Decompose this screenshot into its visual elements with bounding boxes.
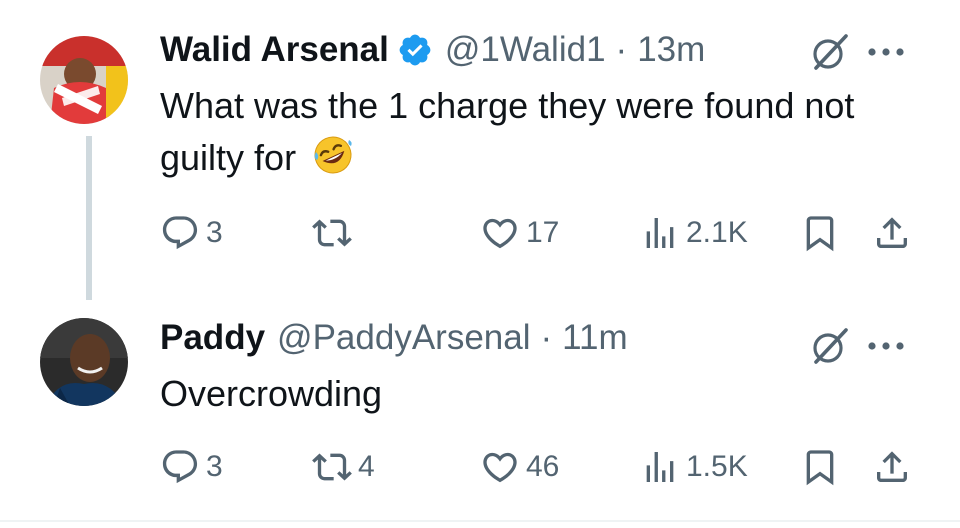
timestamp[interactable]: 13m <box>637 30 705 70</box>
views-button[interactable]: 1.5K <box>640 442 748 492</box>
tweet-text: What was the 1 charge they were found no… <box>160 80 900 184</box>
divider <box>0 520 960 522</box>
share-button[interactable] <box>872 208 912 258</box>
reply-count: 3 <box>206 216 223 249</box>
like-count: 46 <box>526 450 560 483</box>
repost-icon <box>312 219 352 247</box>
repost-button[interactable] <box>312 208 358 258</box>
bookmark-icon <box>806 450 834 486</box>
tweet-text-content: What was the 1 charge they were found no… <box>160 85 855 178</box>
like-icon <box>483 452 517 483</box>
bookmark-button[interactable] <box>800 442 840 492</box>
separator: · <box>540 318 553 357</box>
handle[interactable]: @PaddyArsenal <box>277 318 530 358</box>
bookmark-button[interactable] <box>800 208 840 258</box>
reply-button[interactable]: 3 <box>160 208 223 258</box>
timestamp[interactable]: 11m <box>562 318 628 358</box>
like-count: 17 <box>526 216 560 249</box>
tweet-text: Overcrowding <box>160 368 900 420</box>
tweet-header: Paddy @PaddyArsenal · 11m <box>160 318 628 358</box>
like-icon <box>483 218 517 249</box>
view-count: 1.5K <box>686 450 748 483</box>
like-button[interactable]: 46 <box>480 442 559 492</box>
bookmark-icon <box>806 216 834 252</box>
separator: · <box>615 30 628 69</box>
display-name[interactable]: Walid Arsenal <box>160 30 389 70</box>
repost-button[interactable]: 4 <box>312 442 375 492</box>
reply-count: 3 <box>206 450 223 483</box>
tweet-text-content: Overcrowding <box>160 373 383 414</box>
repost-icon <box>312 453 352 481</box>
action-bar: 3 4 46 1.5K <box>0 442 960 492</box>
rolling-on-floor-laughing-emoji <box>312 134 354 176</box>
reply-icon <box>162 450 198 484</box>
avatar-image <box>40 36 128 124</box>
views-button[interactable]: 2.1K <box>640 208 748 258</box>
avatar[interactable] <box>40 36 128 124</box>
verified-badge-icon <box>397 32 433 68</box>
view-count: 2.1K <box>686 216 748 249</box>
views-icon <box>646 218 674 248</box>
avatar-image <box>40 318 128 406</box>
display-name[interactable]: Paddy <box>160 318 265 358</box>
like-button[interactable]: 17 <box>480 208 559 258</box>
share-icon <box>877 217 907 248</box>
share-button[interactable] <box>872 442 912 492</box>
tweet[interactable]: Paddy @PaddyArsenal · 11m Overcrowding 3… <box>0 300 960 528</box>
tweet-header: Walid Arsenal @1Walid1 · 13m <box>160 30 705 70</box>
share-icon <box>877 451 907 482</box>
tweet[interactable]: Walid Arsenal @1Walid1 · 13m What was th… <box>0 0 960 300</box>
more-icon[interactable] <box>864 44 908 60</box>
more-icon[interactable] <box>864 338 908 354</box>
grok-icon[interactable] <box>808 324 852 368</box>
reply-button[interactable]: 3 <box>160 442 223 492</box>
reply-icon <box>162 216 198 250</box>
handle[interactable]: @1Walid1 <box>445 30 606 70</box>
repost-count: 4 <box>358 450 375 483</box>
views-icon <box>646 452 674 482</box>
grok-icon[interactable] <box>808 30 852 74</box>
action-bar: 3 17 2.1K <box>0 208 960 258</box>
avatar[interactable] <box>40 318 128 406</box>
